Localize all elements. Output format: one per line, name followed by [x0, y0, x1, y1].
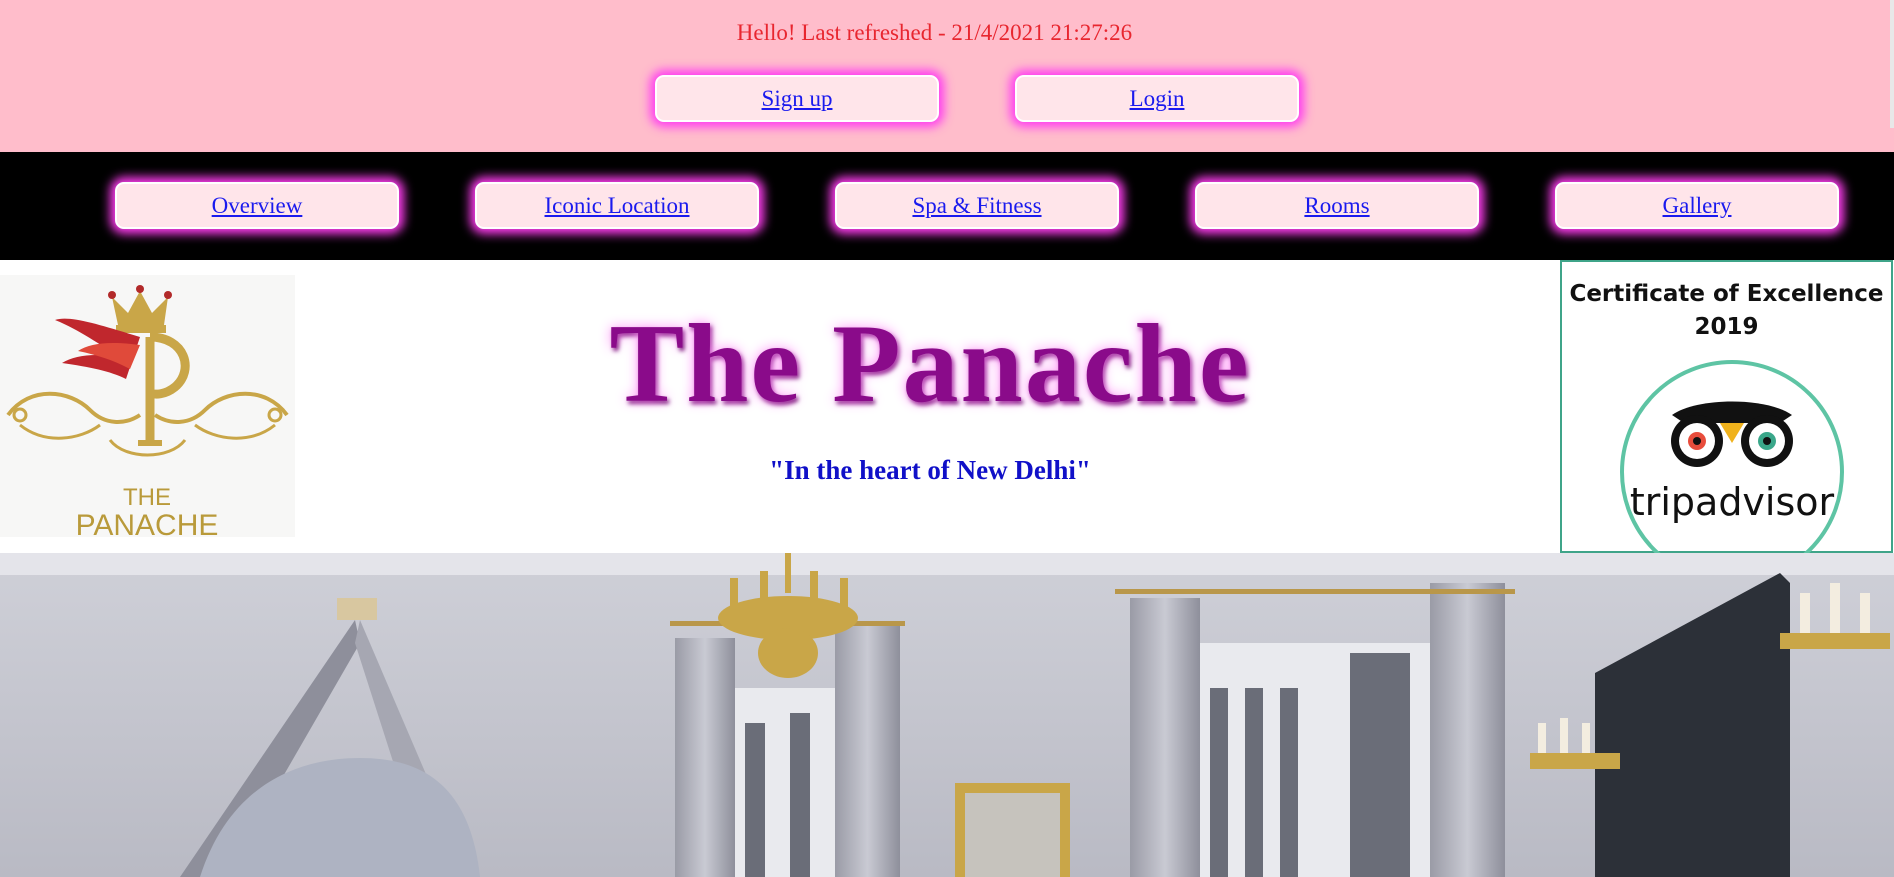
certificate-badge: Certificate of Excellence 2019 tripadvis…: [1560, 260, 1893, 553]
tripadvisor-wordmark: tripadvisor: [1630, 480, 1835, 524]
logo-text-the: THE: [123, 484, 171, 511]
crown-p-monogram-icon: THE PANACHE: [6, 285, 289, 542]
nav-link-rooms[interactable]: Rooms: [1304, 193, 1369, 219]
nav-item-overview[interactable]: Overview: [115, 182, 399, 229]
hotel-header: THE PANACHE The Panache "In the heart of…: [0, 260, 1894, 553]
main-nav: Overview Iconic Location Spa & Fitness R…: [0, 152, 1894, 260]
hotel-tagline: "In the heart of New Delhi": [769, 455, 1091, 485]
login-link[interactable]: Login: [1130, 86, 1185, 112]
nav-item-gallery[interactable]: Gallery: [1555, 182, 1839, 229]
signup-button[interactable]: Sign up: [655, 75, 939, 122]
nav-item-spa-fitness[interactable]: Spa & Fitness: [835, 182, 1119, 229]
greeting-text: Hello! Last refreshed - 21/4/2021 21:27:…: [736, 20, 1133, 45]
certificate-line-2: 2019: [1694, 314, 1759, 340]
nav-link-overview[interactable]: Overview: [212, 193, 303, 219]
logo-text-panache: PANACHE: [76, 509, 219, 537]
nav-link-iconic-location[interactable]: Iconic Location: [545, 193, 690, 219]
scrollbar[interactable]: [1890, 0, 1894, 128]
hotel-logo: THE PANACHE: [0, 275, 295, 542]
certificate-title: Certificate of Excellence 2019: [1562, 278, 1891, 344]
nav-link-gallery[interactable]: Gallery: [1663, 193, 1732, 219]
login-button[interactable]: Login: [1015, 75, 1299, 122]
certificate-line-1: Certificate of Excellence: [1569, 281, 1884, 307]
hotel-room-photo: [0, 553, 1894, 877]
nav-link-spa-fitness[interactable]: Spa & Fitness: [912, 193, 1041, 219]
hotel-title: The Panache: [609, 302, 1251, 426]
hero-room-image: [0, 553, 1894, 877]
top-bar: Hello! Last refreshed - 21/4/2021 21:27:…: [0, 0, 1894, 152]
owl-icon: tripadvisor: [1620, 360, 1844, 553]
nav-item-rooms[interactable]: Rooms: [1195, 182, 1479, 229]
signup-link[interactable]: Sign up: [762, 86, 833, 112]
nav-item-iconic-location[interactable]: Iconic Location: [475, 182, 759, 229]
